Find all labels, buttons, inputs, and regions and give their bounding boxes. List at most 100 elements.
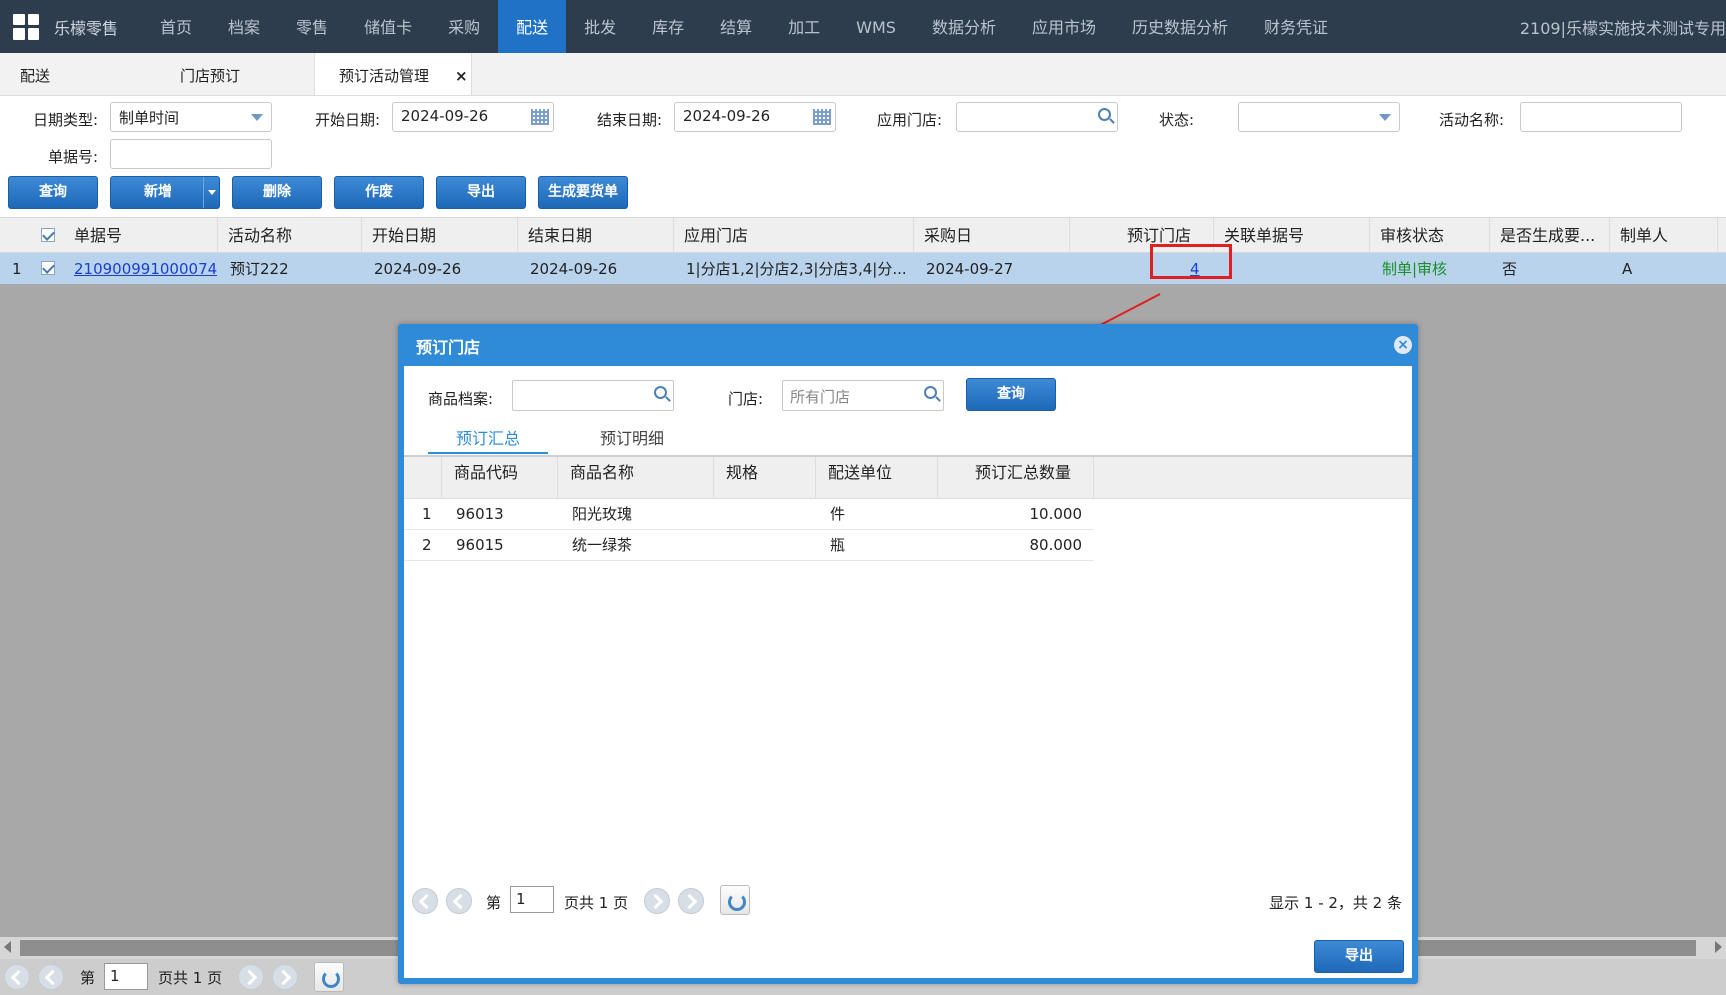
scroll-left-icon[interactable] [4,941,11,953]
tab-booking-activity[interactable]: 预订活动管理 × [314,53,472,95]
nav-item-stored-value-card[interactable]: 储值卡 [346,0,430,53]
end-date-label: 结束日期: [596,111,662,129]
delete-button[interactable]: 删除 [232,176,322,209]
nav-item-home[interactable]: 首页 [142,0,210,53]
end-date-input[interactable]: 2024-09-26 [674,102,836,132]
select-all-checkbox[interactable] [41,228,55,242]
tab-store-booking[interactable]: 门店预订 [180,53,240,95]
first-page-icon[interactable] [412,888,438,914]
cell-purchase-day: 2024-09-27 [926,260,1014,278]
nav-item-inventory[interactable]: 库存 [634,0,702,53]
table-row[interactable]: 2 96015 统一绿茶 瓶 80.000 [404,530,1094,561]
date-type-value: 制单时间 [119,109,180,127]
date-type-select[interactable]: 制单时间 [110,102,272,132]
row-checkbox[interactable] [41,261,55,275]
nav-item-archive[interactable]: 档案 [210,0,278,53]
nav-item-settlement[interactable]: 结算 [702,0,770,53]
start-date-input[interactable]: 2024-09-26 [392,102,554,132]
tab-bar: 配送 门店预订 预订活动管理 × [0,53,1726,96]
col-summary-qty[interactable]: 预订汇总数量 [938,457,1094,499]
table-row[interactable]: 1 96013 阳光玫瑰 件 10.000 [404,499,1094,530]
col-generated[interactable]: 是否生成要... [1490,218,1610,253]
apps-grid-icon[interactable] [6,7,46,47]
search-icon[interactable] [924,386,937,399]
close-icon[interactable]: × [1394,336,1412,354]
tab-booking-detail[interactable]: 预订明细 [572,424,692,454]
nav-item-distribution[interactable]: 配送 [498,0,567,53]
add-dropdown-icon[interactable] [203,177,219,208]
calendar-icon[interactable] [813,109,831,125]
col-stores[interactable]: 应用门店 [674,218,914,253]
col-spec[interactable]: 规格 [714,457,816,499]
cell-audit-status: 制单|审核 [1382,260,1448,278]
account-name[interactable]: 2109|乐檬实施技术测试专用 [1520,0,1726,58]
doc-no-label: 单据号: [47,148,98,166]
nav-item-purchase[interactable]: 采购 [430,0,498,53]
table-row[interactable]: 1 210900991000074 预订222 2024-09-26 2024-… [0,253,1726,284]
col-end[interactable]: 结束日期 [518,218,674,253]
page-total: 页共 1 页 [158,969,223,987]
prev-page-icon[interactable] [446,888,472,914]
nav-item-data-analysis[interactable]: 数据分析 [914,0,1014,53]
page-input[interactable]: 1 [104,963,148,990]
product-archive-input[interactable] [512,380,674,411]
start-date-label: 开始日期: [314,111,380,129]
next-page-icon[interactable] [238,964,264,990]
cell-unit: 瓶 [830,536,846,554]
col-related-doc[interactable]: 关联单据号 [1214,218,1370,253]
page-input[interactable]: 1 [510,886,554,913]
query-button[interactable]: 查询 [8,176,98,209]
col-creator[interactable]: 制单人 [1610,218,1718,253]
col-activity[interactable]: 活动名称 [218,218,362,253]
chevron-down-icon [1379,114,1391,121]
nav-item-history-analysis[interactable]: 历史数据分析 [1114,0,1246,53]
doc-no-link[interactable]: 210900991000074 [74,253,217,284]
refresh-icon[interactable] [314,962,344,992]
generate-order-button[interactable]: 生成要货单 [538,176,628,209]
dialog-export-button[interactable]: 导出 [1314,940,1404,973]
void-button[interactable]: 作废 [334,176,424,209]
col-unit[interactable]: 配送单位 [816,457,938,499]
calendar-icon[interactable] [531,109,549,125]
refresh-icon[interactable] [720,885,750,915]
col-index [404,457,442,499]
first-page-icon[interactable] [4,964,30,990]
col-product-code[interactable]: 商品代码 [442,457,558,499]
doc-no-input[interactable] [110,139,272,169]
cell-summary-qty: 80.000 [1029,536,1083,554]
nav-item-processing[interactable]: 加工 [770,0,838,53]
add-button[interactable]: 新增 [110,176,220,209]
store-input[interactable]: 所有门店 [782,380,944,411]
activity-name-input[interactable] [1520,102,1682,132]
col-audit-status[interactable]: 审核状态 [1370,218,1490,253]
tab-close-icon[interactable]: × [455,53,468,99]
nav-item-finance-voucher[interactable]: 财务凭证 [1246,0,1346,53]
export-button[interactable]: 导出 [436,176,526,209]
tab-distribution[interactable]: 配送 [20,53,50,95]
status-select[interactable] [1238,102,1400,132]
apply-store-input[interactable] [956,102,1118,132]
col-start[interactable]: 开始日期 [362,218,518,253]
record-summary: 显示 1 - 2，共 2 条 [1269,894,1402,912]
nav-item-retail[interactable]: 零售 [278,0,346,53]
product-archive-label: 商品档案: [428,390,494,408]
col-doc-no[interactable]: 单据号 [64,218,218,253]
scroll-right-icon[interactable] [1715,941,1722,953]
dialog-query-button[interactable]: 查询 [966,378,1056,411]
nav-item-wms[interactable]: WMS [838,0,914,53]
col-product-name[interactable]: 商品名称 [558,457,714,499]
tab-booking-summary[interactable]: 预订汇总 [428,424,548,454]
page-prefix: 第 [80,969,96,987]
activity-name-label: 活动名称: [1438,111,1504,129]
nav-item-wholesale[interactable]: 批发 [566,0,634,53]
end-date-value: 2024-09-26 [683,107,771,125]
nav-item-app-market[interactable]: 应用市场 [1014,0,1114,53]
prev-page-icon[interactable] [38,964,64,990]
last-page-icon[interactable] [678,888,704,914]
next-page-icon[interactable] [644,888,670,914]
col-purchase-day[interactable]: 采购日 [914,218,1070,253]
store-label: 门店: [728,390,764,408]
search-icon[interactable] [654,386,667,399]
last-page-icon[interactable] [272,964,298,990]
search-icon[interactable] [1098,108,1111,121]
